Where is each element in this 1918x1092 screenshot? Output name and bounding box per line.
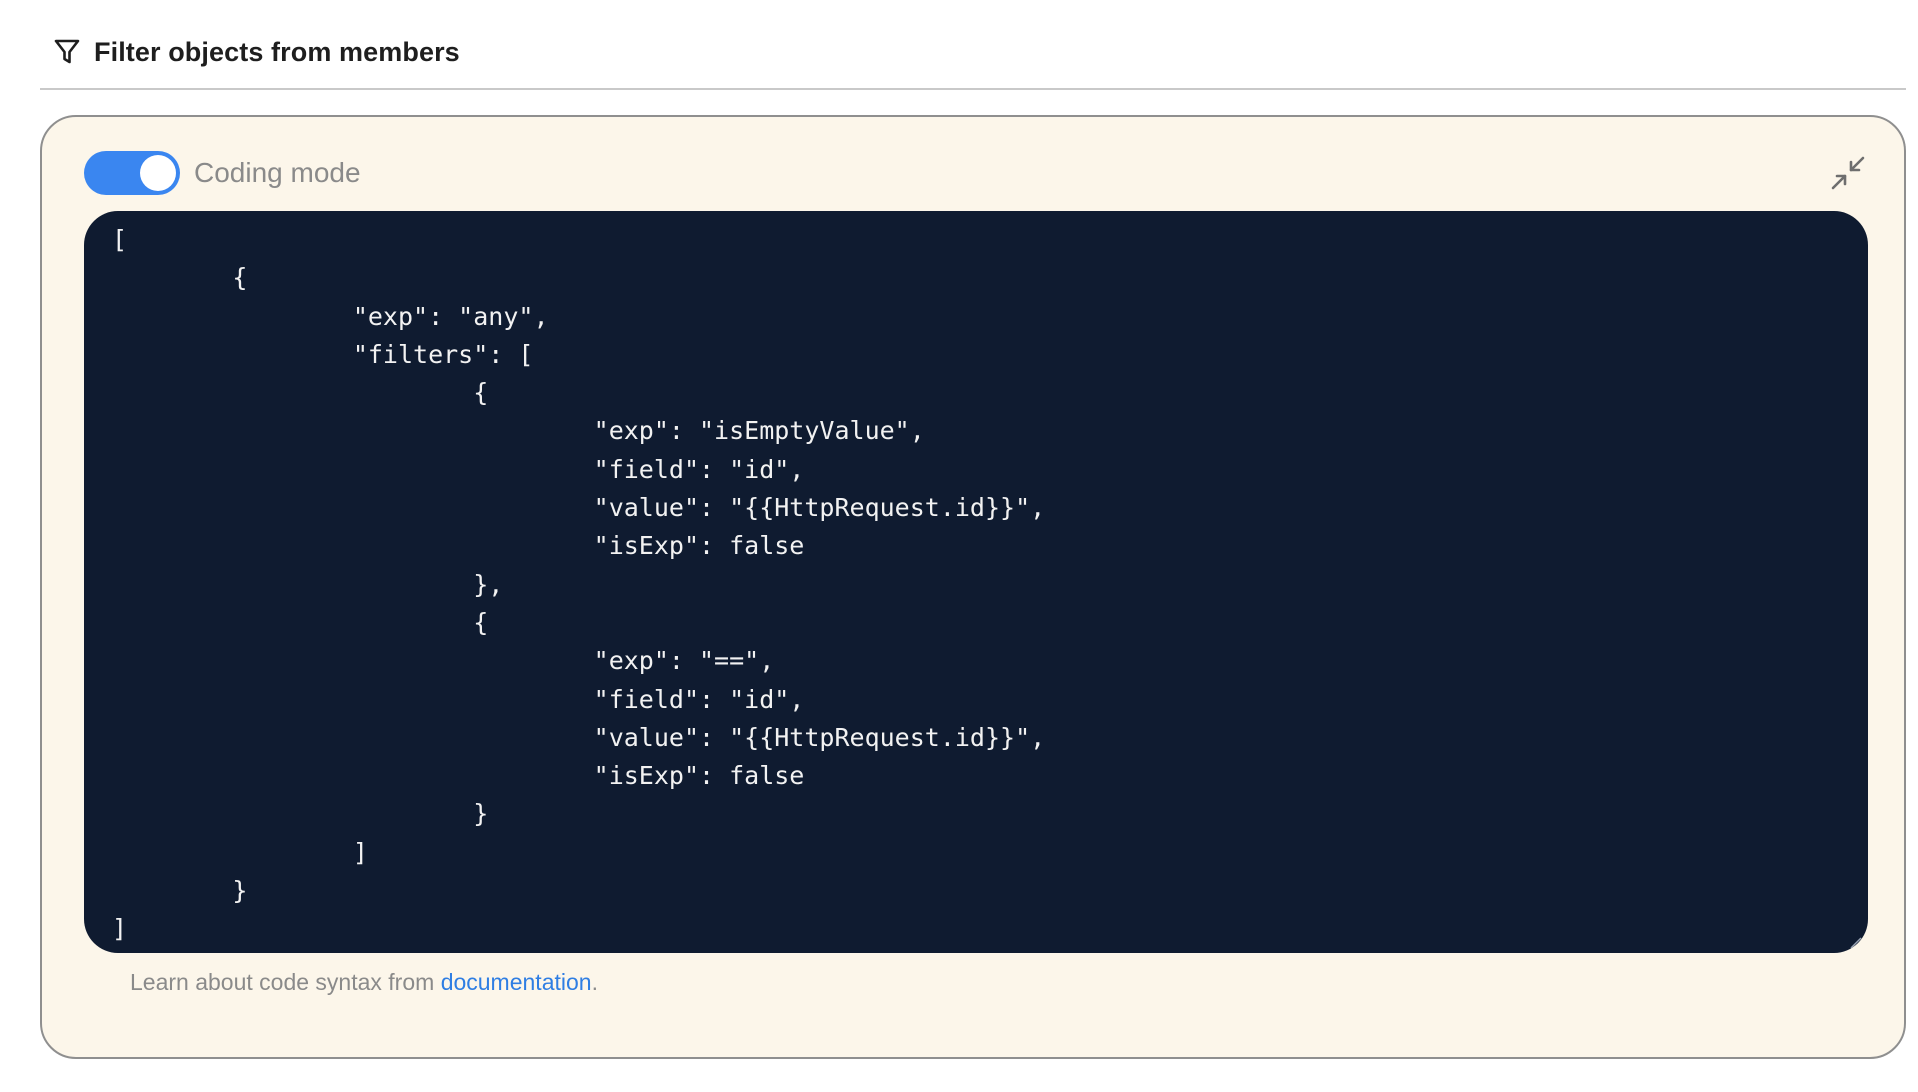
section-header: Filter objects from members (52, 30, 460, 74)
collapse-arrows-icon (1831, 156, 1865, 190)
coding-mode-toggle[interactable] (84, 151, 180, 195)
coding-mode-label: Coding mode (194, 157, 361, 188)
coding-mode-row: Coding mode (84, 149, 361, 197)
toggle-knob (140, 155, 176, 191)
collapse-button[interactable] (1826, 151, 1870, 195)
help-suffix: . (591, 969, 598, 995)
code-editor[interactable]: [ { "exp": "any", "filters": [ { "exp": … (84, 211, 1868, 953)
documentation-link[interactable]: documentation (441, 969, 592, 995)
filter-icon (52, 37, 82, 67)
resize-grip-icon[interactable] (1848, 935, 1862, 949)
code-syntax-help: Learn about code syntax from documentati… (130, 969, 598, 996)
code-text[interactable]: [ { "exp": "any", "filters": [ { "exp": … (112, 221, 1840, 949)
section-title: Filter objects from members (94, 36, 460, 67)
help-prefix: Learn about code syntax from (130, 969, 441, 995)
header-divider (40, 88, 1906, 90)
coding-mode-panel: Coding mode [ { "exp": "any", "filters":… (40, 115, 1906, 1059)
